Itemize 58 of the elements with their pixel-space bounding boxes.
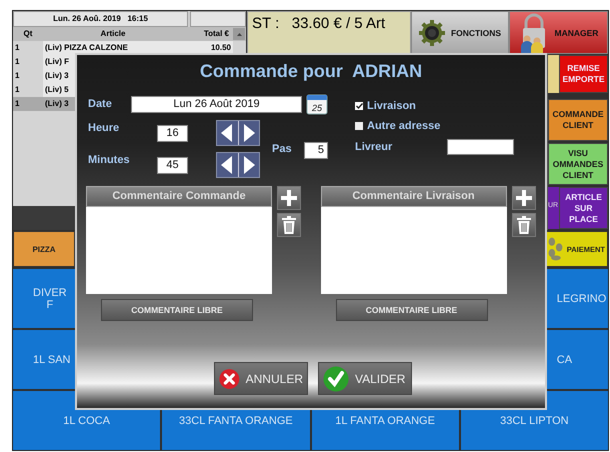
right-triangle-icon — [242, 156, 255, 174]
date-time: Lun. 26 Aoû. 2019 16:15 — [13, 11, 188, 27]
quantity: 1 — [14, 42, 20, 54]
minutes-field[interactable]: 45 — [157, 156, 188, 174]
quantity: 1 — [14, 84, 20, 96]
panel-header: Commentaire Commande — [86, 186, 272, 207]
plus-icon — [516, 190, 532, 206]
header-cell — [190, 11, 246, 27]
up-arrow-icon — [236, 32, 242, 36]
date-field[interactable]: Lun 26 Août 2019 — [131, 96, 302, 112]
trash-icon — [282, 216, 296, 234]
gear-icon — [418, 20, 445, 46]
cancel-button[interactable]: ANNULER — [214, 362, 308, 395]
delete-button[interactable] — [277, 213, 301, 237]
delete-button[interactable] — [512, 213, 536, 237]
checkbox-label: Autre adresse — [367, 120, 440, 132]
plus-icon — [281, 190, 297, 206]
dialog-title: Commande pour ADRIAN — [198, 60, 424, 83]
calendar-button[interactable]: 25 — [306, 93, 328, 115]
quantity: 1 — [14, 70, 20, 82]
field-label: Heure — [87, 121, 120, 134]
add-button[interactable] — [512, 186, 536, 210]
check-icon — [356, 103, 362, 109]
courier-field[interactable] — [447, 139, 514, 155]
check-icon — [323, 366, 349, 392]
column-header: Total € — [202, 28, 230, 40]
field-label: Pas — [272, 143, 293, 155]
functions-button[interactable]: FONCTIONS — [411, 11, 509, 54]
column-header: Qt — [22, 28, 34, 40]
free-comment-button[interactable]: COMMENTAIRE LIBRE — [101, 299, 253, 321]
confirm-button[interactable]: VALIDER — [318, 362, 412, 395]
checkbox-label: Livraison — [367, 100, 416, 112]
manager-button[interactable]: MANAGER — [509, 11, 608, 54]
trash-icon — [516, 216, 530, 234]
field-label: Minutes — [87, 153, 131, 166]
side-button[interactable]: COMMANDE CLIENT — [548, 99, 608, 141]
checkbox[interactable] — [355, 122, 363, 130]
calendar-day: 25 — [312, 103, 322, 113]
left-triangle-icon — [221, 124, 234, 142]
left-triangle-icon — [221, 156, 234, 174]
hour-field[interactable]: 16 — [157, 124, 188, 142]
quantity: 1 — [14, 56, 20, 68]
quantity: 1 — [14, 98, 20, 110]
column-header: Article — [100, 28, 126, 40]
checkbox[interactable] — [355, 102, 363, 110]
side-button[interactable]: ARTICLE SUR PLACE — [559, 187, 608, 229]
panel-header: Commentaire Livraison — [320, 186, 506, 207]
field-label: Date — [87, 98, 113, 110]
add-button[interactable] — [277, 186, 301, 210]
category-tab[interactable]: PIZZA — [13, 231, 75, 267]
side-button[interactable]: REMISE EMPORTE — [559, 55, 608, 93]
subtotal-display: ST : 33.60 € / 5 Art — [247, 11, 411, 54]
field-label: Livreur — [355, 141, 392, 153]
step-field[interactable]: 5 — [304, 142, 328, 158]
free-comment-button[interactable]: COMMENTAIRE LIBRE — [336, 299, 488, 321]
right-triangle-icon — [242, 124, 255, 142]
scroll-up-button[interactable] — [233, 28, 245, 40]
side-button[interactable]: VISU OMMANDES CLIENT — [548, 143, 608, 185]
